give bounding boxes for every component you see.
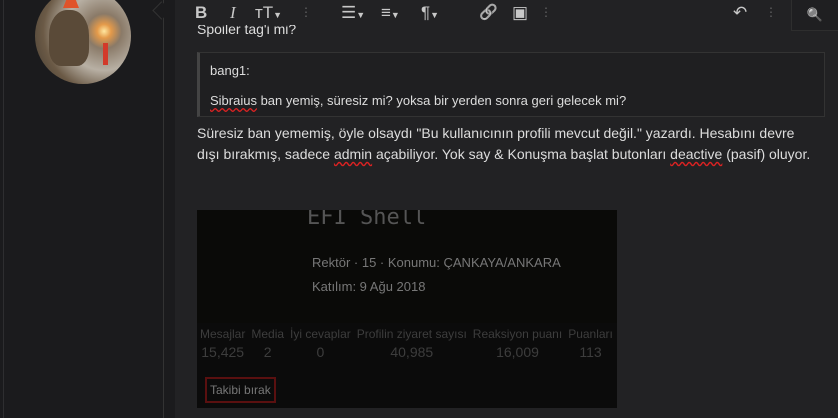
more-icon[interactable]: ⋮ <box>765 5 777 19</box>
link-icon[interactable]: 🔗 <box>479 3 498 21</box>
align-icon: ≡ <box>381 3 391 22</box>
avatar-hat <box>63 0 79 8</box>
stat-label: Mesajlar <box>200 327 246 341</box>
editor[interactable]: B I тT▼ ⋮ ☰▼ ≡▼ ¶▼ 🔗 ▣ ⋮ ↶ ⋮ 🔍 Spoiler t… <box>175 0 838 418</box>
stat: Mesajlar 15,425 <box>197 327 248 360</box>
stat: Reaksiyon puanı 16,009 <box>470 327 565 360</box>
text-size-icon: тT <box>255 3 274 22</box>
spoiler-line: Spoiler tag'i mi? <box>197 25 297 37</box>
avatar[interactable] <box>35 0 131 84</box>
stat-value: 16,009 <box>496 344 539 360</box>
role-line: Rektör · 15 · Konumu: ÇANKAYA/ANKARA <box>312 255 561 270</box>
stat-label: Media <box>251 327 285 341</box>
reply-paragraph: Süresiz ban yememiş, öyle olsaydı "Bu ku… <box>197 123 817 165</box>
preview-icon: 🔍 <box>806 7 824 22</box>
more-icon[interactable]: ⋮ <box>300 5 312 19</box>
left-border <box>3 0 4 418</box>
stat: İyi cevaplar 0 <box>287 327 354 360</box>
quote-text-rest: ban yemiş, süresiz mi? yoksa bir yerden … <box>256 93 627 108</box>
divider <box>163 0 164 418</box>
stat-label: Reaksiyon puanı <box>472 327 563 341</box>
avatar-candle <box>103 43 108 65</box>
misspelled-word[interactable]: admin <box>334 146 372 162</box>
more-icon[interactable]: ⋮ <box>540 5 552 19</box>
misspelled-word[interactable]: deactive <box>670 146 722 162</box>
paragraph-text: (pasif) oluyor. <box>722 146 811 162</box>
stat-label: Profilin ziyaret sayısı <box>356 327 467 341</box>
stat-label: İyi cevaplar <box>290 327 351 341</box>
stat-value: 40,985 <box>390 344 434 360</box>
stat-value: 113 <box>579 344 602 360</box>
stat: Profilin ziyaret sayısı 40,985 <box>354 327 470 360</box>
quote-block: bang1: Sibraius ban yemiş, süresiz mi? y… <box>197 52 825 117</box>
align-button[interactable]: ≡▼ <box>381 3 400 23</box>
italic-button[interactable]: I <box>230 3 236 23</box>
misspelled-word[interactable]: Sibraius <box>210 93 257 108</box>
stat-value: 15,425 <box>201 344 245 360</box>
list-icon: ☰ <box>341 3 357 22</box>
undo-icon[interactable]: ↶ <box>733 3 747 23</box>
stat: Media 2 <box>248 327 287 360</box>
paragraph-icon: ¶ <box>421 3 431 22</box>
joined-date: Katılım: 9 Ağu 2018 <box>312 279 426 294</box>
preview-button[interactable]: 🔍 <box>791 0 838 31</box>
message-arrow <box>152 1 171 20</box>
image-icon[interactable]: ▣ <box>512 3 528 23</box>
quote-text: Sibraius ban yemiş, süresiz mi? yoksa bi… <box>210 93 626 108</box>
stats-row: Mesajlar 15,425 Media 2 İyi cevaplar 0 Prof… <box>197 327 616 360</box>
editor-toolbar: B I тT▼ ⋮ ☰▼ ≡▼ ¶▼ 🔗 ▣ ⋮ ↶ ⋮ 🔍 <box>175 0 838 31</box>
stat-value: 0 <box>316 344 325 360</box>
unfollow-button: Takibi bırak <box>205 377 276 403</box>
profile-card-image: EFI Shell Rektör · 15 · Konumu: ÇANKAYA/… <box>197 210 617 408</box>
banner-title: EFI Shell <box>307 210 427 230</box>
stat-value: 2 <box>263 344 272 360</box>
avatar-cat <box>49 10 89 66</box>
paragraph-text: açabiliyor. Yok say & Konuşma başlat but… <box>372 146 671 162</box>
stat: Puanları 113 <box>565 327 616 360</box>
stat-label: Puanları <box>568 327 613 341</box>
bold-button[interactable]: B <box>195 3 207 23</box>
paragraph-button[interactable]: ¶▼ <box>421 3 439 23</box>
list-button[interactable]: ☰▼ <box>341 3 365 23</box>
quote-author: bang1: <box>210 63 250 78</box>
text-size-button[interactable]: тT▼ <box>255 3 282 23</box>
